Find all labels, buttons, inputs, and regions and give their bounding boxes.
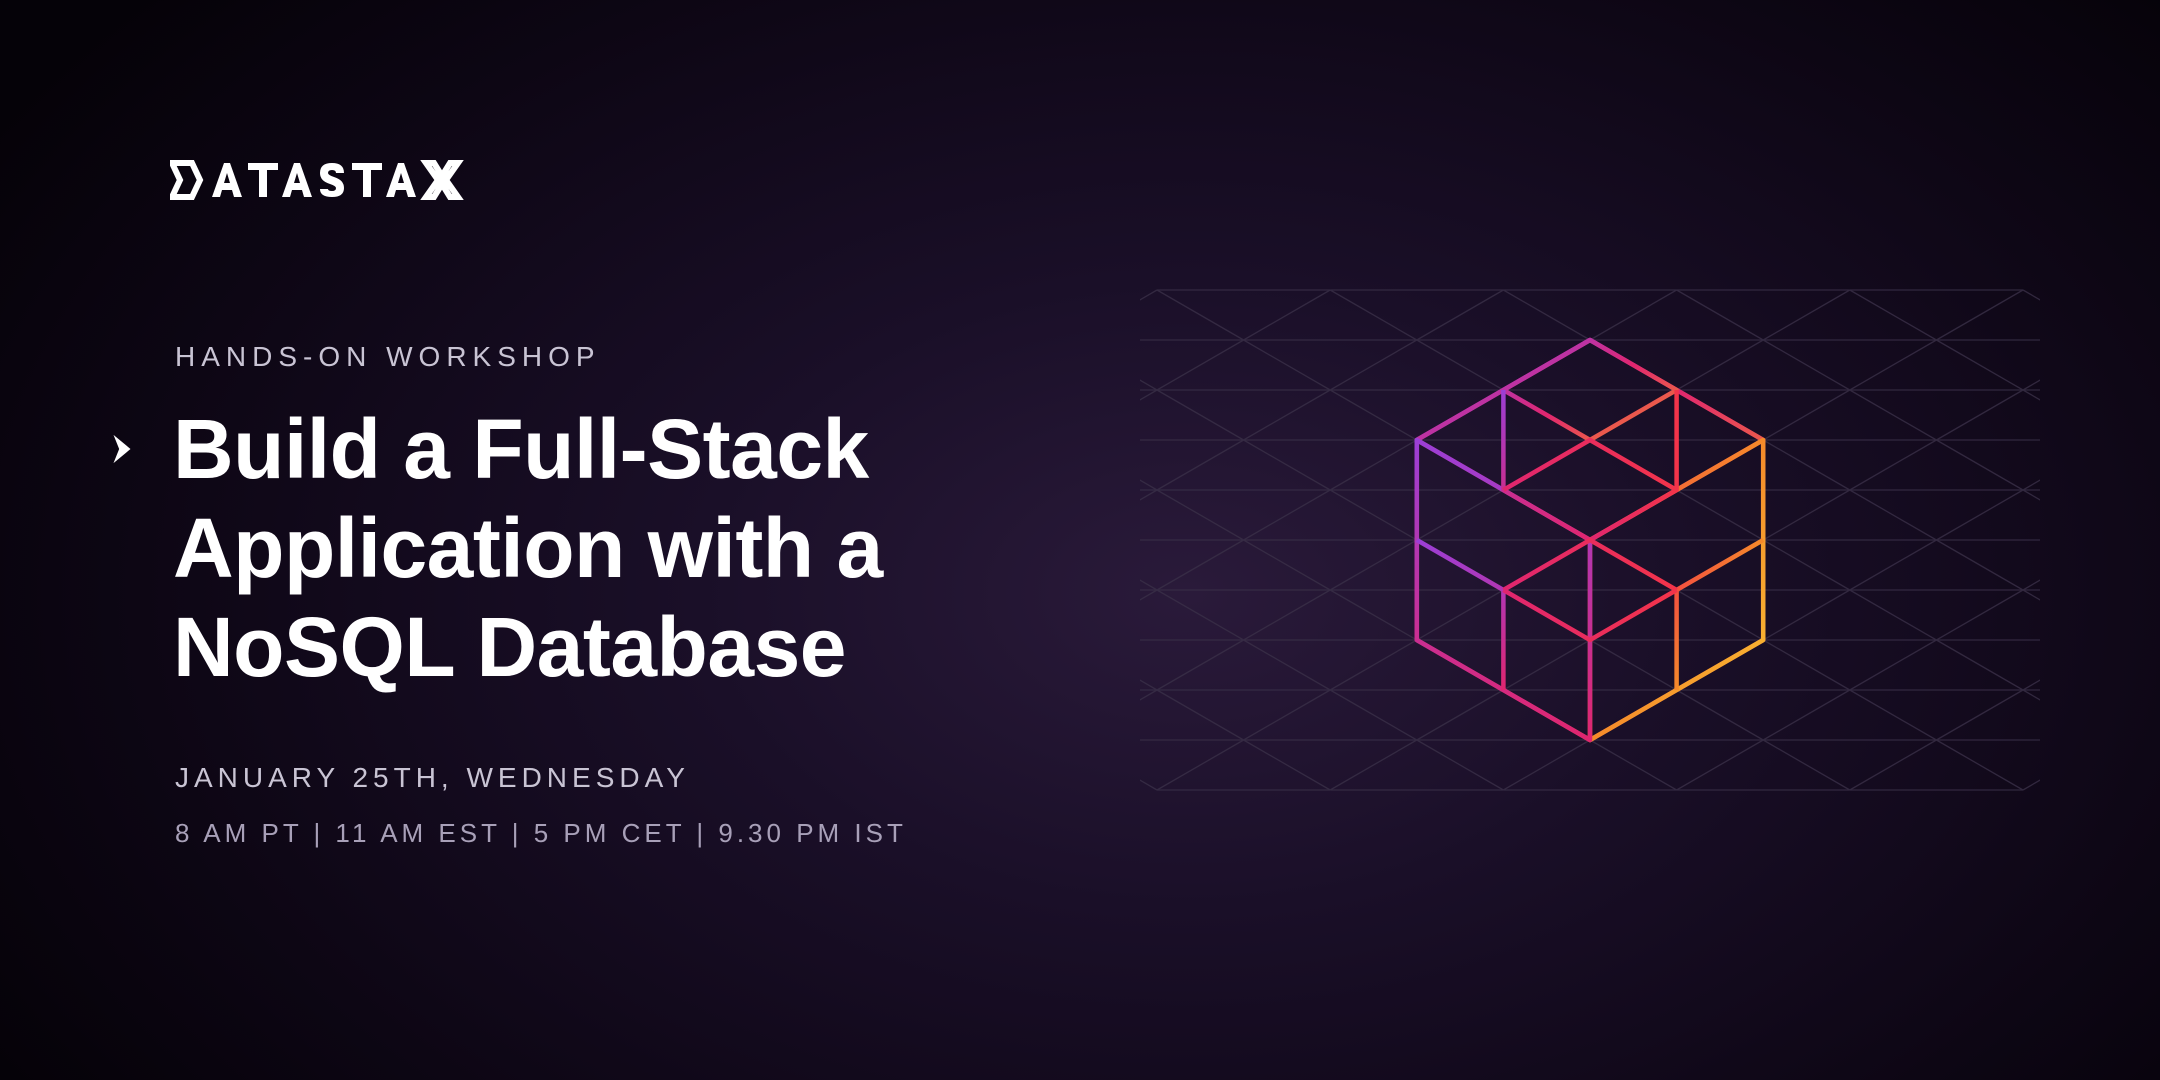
title-line-1: Build a Full-Stack [173, 402, 869, 496]
eyebrow-label: HANDS-ON WORKSHOP [175, 341, 601, 373]
title-line-3: NoSQL Database [173, 600, 846, 694]
hex-cube-graphic [1140, 90, 2040, 990]
event-date: JANUARY 25TH, WEDNESDAY [175, 762, 690, 794]
datastax-wordmark [170, 155, 550, 205]
event-times: 8 AM PT | 11 AM EST | 5 PM CET | 9.30 PM… [175, 818, 907, 849]
chevron-right-icon [105, 432, 139, 466]
workshop-title: Build a Full-Stack Application with a No… [173, 400, 883, 697]
title-line-2: Application with a [173, 501, 883, 595]
brand-logo [170, 155, 550, 205]
title-block: Build a Full-Stack Application with a No… [105, 400, 883, 697]
